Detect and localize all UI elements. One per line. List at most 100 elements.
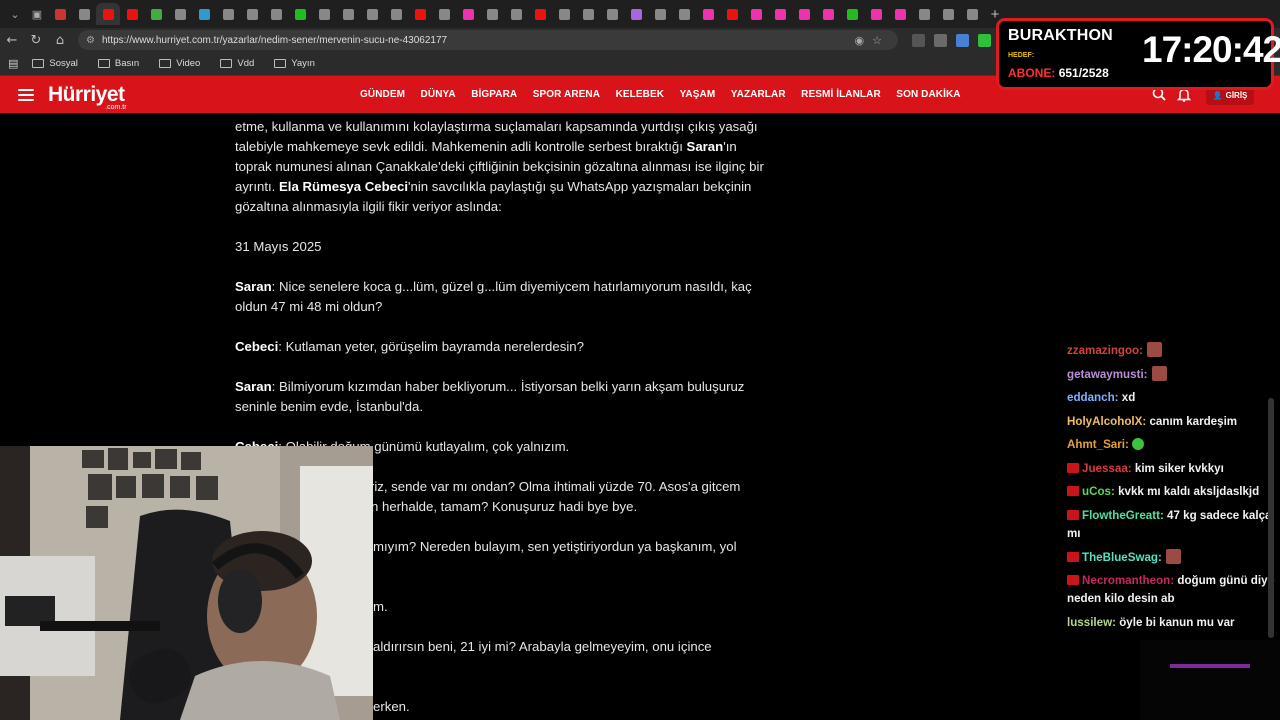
browser-tab[interactable] [648, 3, 672, 25]
browser-tab[interactable] [144, 3, 168, 25]
browser-tab[interactable] [672, 3, 696, 25]
stream-panel-overlay [1140, 640, 1280, 720]
nav-son-dakika[interactable]: SON DAKİKA [896, 89, 960, 100]
page-scrollbar[interactable] [1268, 398, 1274, 638]
nav-dunya[interactable]: DÜNYA [421, 89, 456, 100]
site-info-icon[interactable]: ⚙ [86, 35, 95, 46]
text-line: talebiyle mahkemeye sevk edildi. Mahkeme… [235, 137, 805, 157]
folder-icon [159, 59, 172, 68]
bookmark-folder-basin[interactable]: Basın [97, 58, 139, 69]
home-icon[interactable]: ⌂ [48, 33, 72, 48]
bookmark-folder-sosyal[interactable]: Sosyal [32, 58, 78, 69]
chat-username[interactable]: Necromantheon: [1082, 574, 1174, 587]
browser-tab[interactable] [360, 3, 384, 25]
workspaces-icon[interactable]: ▣ [26, 3, 48, 25]
nav-spor-arena[interactable]: SPOR ARENA [533, 89, 600, 100]
extension-icon[interactable] [978, 33, 991, 47]
nav-kelebek[interactable]: KELEBEK [616, 89, 664, 100]
chat-username[interactable]: getawaymusti: [1067, 368, 1148, 381]
text-run: 'nin savcılıkla paylaştığı şu WhatsApp y… [408, 179, 752, 194]
browser-tab[interactable] [216, 3, 240, 25]
browser-tab[interactable] [456, 3, 480, 25]
browser-tab[interactable] [840, 3, 864, 25]
text-line: Saran: Bilmiyorum kızımdan haber bekliyo… [235, 377, 805, 397]
chat-username[interactable]: zzamazingoo: [1067, 344, 1143, 357]
browser-tab[interactable] [384, 3, 408, 25]
extension-icon[interactable] [934, 33, 947, 47]
browser-tab[interactable] [192, 3, 216, 25]
browser-tab[interactable] [936, 3, 960, 25]
chat-username[interactable]: Ahmt_Sari: [1067, 438, 1129, 451]
browser-tab[interactable] [576, 3, 600, 25]
bookmark-folder-yayin[interactable]: Yayın [274, 58, 315, 69]
chat-username[interactable]: Juessaa: [1082, 462, 1132, 475]
tab-favicon-icon [798, 8, 810, 20]
menu-icon[interactable] [18, 86, 34, 104]
nav-resmi-ilanlar[interactable]: RESMİ İLANLAR [801, 89, 881, 100]
tab-search-icon[interactable]: ⌄ [4, 3, 26, 25]
chat-username[interactable]: lussilew: [1067, 616, 1116, 629]
browser-tab[interactable] [744, 3, 768, 25]
tab-favicon-icon [534, 8, 546, 20]
browser-tab[interactable] [864, 3, 888, 25]
tab-favicon-icon [774, 8, 786, 20]
browser-tab[interactable] [528, 3, 552, 25]
browser-tab[interactable] [264, 3, 288, 25]
browser-tab[interactable] [960, 3, 984, 25]
bookmark-folder-video[interactable]: Video [159, 58, 200, 69]
browser-tab[interactable] [792, 3, 816, 25]
user-icon: 👤 [1212, 90, 1223, 100]
browser-tab[interactable] [120, 3, 144, 25]
text-line: seninle benim evde, İstanbul'da. [235, 399, 423, 414]
browser-tab[interactable] [720, 3, 744, 25]
browser-tab[interactable] [888, 3, 912, 25]
apps-icon[interactable]: ▤ [8, 57, 18, 70]
nav-bigpara[interactable]: BİGPARA [471, 89, 517, 100]
browser-tab[interactable] [336, 3, 360, 25]
chat-username[interactable]: uCos: [1082, 485, 1115, 498]
address-bar[interactable]: ⚙ https://www.hurriyet.com.tr/yazarlar/n… [78, 30, 898, 50]
browser-tab[interactable] [48, 3, 72, 25]
browser-tab[interactable] [408, 3, 432, 25]
browser-tab[interactable] [312, 3, 336, 25]
browser-tab[interactable] [72, 3, 96, 25]
logo-subtext: .com.tr [105, 104, 127, 111]
bookmark-folder-vdd[interactable]: Vdd [220, 58, 254, 69]
browser-tab[interactable] [768, 3, 792, 25]
browser-tab[interactable] [168, 3, 192, 25]
date-line: 31 Mayıs 2025 [235, 239, 322, 254]
back-icon[interactable]: ← [0, 33, 24, 48]
browser-tab[interactable] [816, 3, 840, 25]
browser-tab[interactable] [240, 3, 264, 25]
extension-icon[interactable] [956, 33, 969, 47]
bookmark-label: Video [176, 58, 201, 69]
browser-tab[interactable] [432, 3, 456, 25]
browser-tab[interactable] [624, 3, 648, 25]
extension-icon[interactable] [912, 33, 925, 47]
sub-badge-icon [1067, 486, 1079, 496]
bookmark-star-icon[interactable]: ◉☆ [855, 34, 890, 47]
browser-tab[interactable] [504, 3, 528, 25]
chat-username[interactable]: FlowtheGreatt: [1082, 509, 1164, 522]
browser-tab[interactable] [480, 3, 504, 25]
browser-tab[interactable] [552, 3, 576, 25]
logo-text: Hürriyet [48, 83, 125, 106]
chat-message: eddanch: xd [1067, 386, 1280, 410]
stream-counter-overlay: BURAKTHON HEDEF: ABONE: 651/2528 17:20:4… [996, 18, 1280, 90]
browser-tab[interactable] [600, 3, 624, 25]
nav-yasam[interactable]: YAŞAM [680, 89, 716, 100]
chat-username[interactable]: eddanch: [1067, 391, 1119, 404]
name-cebeci: Ela Rümesya Cebeci [278, 179, 408, 194]
chat-username[interactable]: TheBlueSwag: [1082, 551, 1162, 564]
browser-tab[interactable] [696, 3, 720, 25]
browser-tab[interactable] [288, 3, 312, 25]
browser-tab[interactable] [96, 3, 120, 25]
url-text[interactable]: https://www.hurriyet.com.tr/yazarlar/ned… [102, 35, 447, 46]
nav-gundem[interactable]: GÜNDEM [360, 89, 405, 100]
site-logo[interactable]: Hürriyet .com.tr [48, 83, 127, 111]
chat-username[interactable]: HolyAlcoholX: [1067, 415, 1146, 428]
browser-tab[interactable] [912, 3, 936, 25]
nav-yazarlar[interactable]: YAZARLAR [731, 89, 786, 100]
text-line: ayrıntı. Ela Rümesya Cebeci'nin savcılık… [235, 177, 805, 197]
reload-icon[interactable]: ↻ [24, 33, 48, 48]
